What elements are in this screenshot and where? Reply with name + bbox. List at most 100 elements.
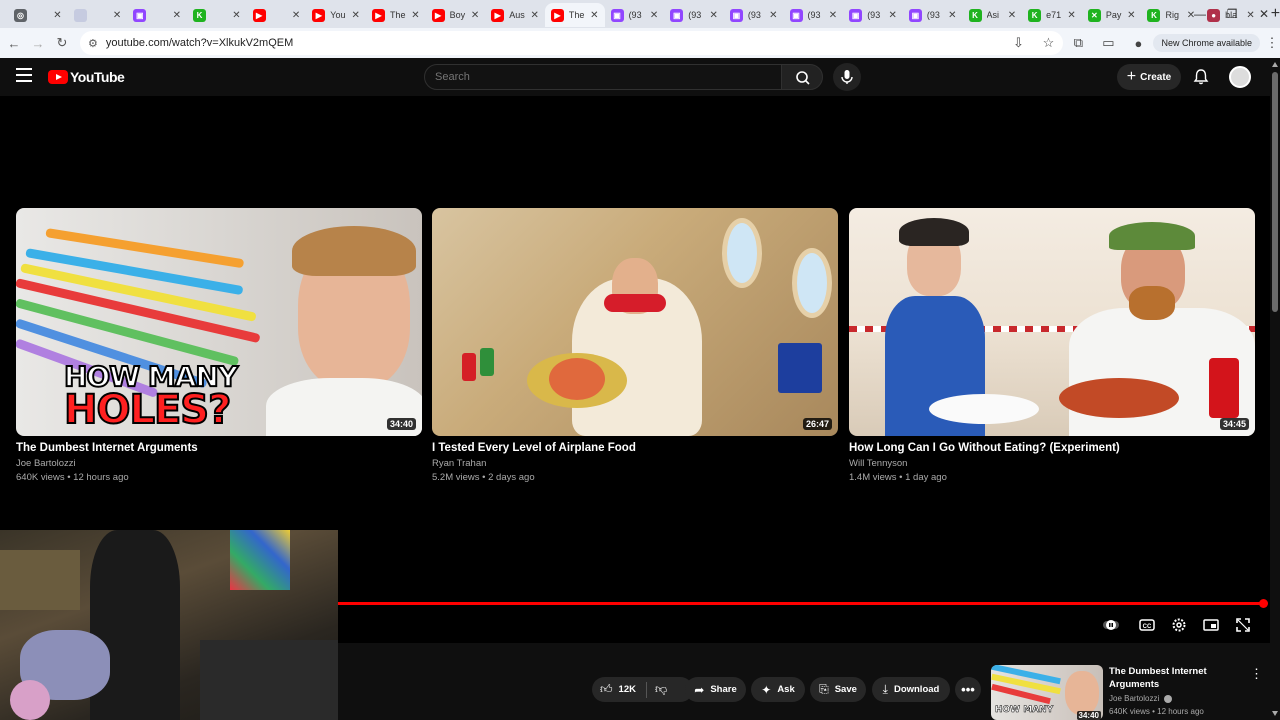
tab-close-icon[interactable]: ✕ <box>411 10 419 21</box>
tab-close-icon[interactable]: ✕ <box>888 10 896 21</box>
browser-tab[interactable]: ▣ (93 ✕ <box>724 3 784 27</box>
recommended-title[interactable]: The Dumbest Internet Arguments <box>1109 665 1239 691</box>
tab-close-icon[interactable]: ✕ <box>232 10 240 21</box>
tab-close-icon[interactable]: ✕ <box>173 10 181 21</box>
browser-tab[interactable]: ◎ ✕ <box>8 3 68 27</box>
tab-close-icon[interactable]: ✕ <box>352 10 360 21</box>
notifications-bell-icon[interactable] <box>1191 67 1211 87</box>
autoplay-toggle[interactable] <box>1102 616 1120 634</box>
close-window-icon[interactable]: ✕ <box>1248 0 1280 28</box>
chrome-update-badge[interactable]: New Chrome available <box>1153 34 1260 52</box>
browser-tab[interactable]: Ke71 ✕ <box>1022 3 1082 27</box>
browser-tab[interactable]: K Asi ✕ <box>963 3 1023 27</box>
restore-icon[interactable]: ❐ <box>1216 0 1248 28</box>
menu-icon[interactable] <box>16 68 32 82</box>
video-card[interactable]: HOW MANY HOLES? 34:40 The Dumbest Intern… <box>16 208 422 483</box>
reload-icon[interactable]: ↻ <box>50 35 74 51</box>
voice-search-button[interactable] <box>833 63 861 91</box>
scroll-down-arrow-icon[interactable] <box>1272 711 1278 716</box>
browser-tab[interactable]: ▣ (93 ✕ <box>784 3 844 27</box>
forward-icon[interactable]: → <box>26 36 50 51</box>
browser-tab[interactable]: K ✕ <box>187 3 247 27</box>
sidepanel-icon[interactable]: ▭ <box>1093 35 1123 51</box>
video-card[interactable]: 26:47 I Tested Every Level of Airplane F… <box>432 208 838 483</box>
tab-close-icon[interactable]: ✕ <box>1067 10 1075 21</box>
tab-favicon-icon: ▣ <box>610 8 624 22</box>
tab-close-icon[interactable]: ✕ <box>471 10 479 21</box>
tab-close-icon[interactable]: ✕ <box>53 10 61 21</box>
browser-tab[interactable]: ▶ ✕ <box>247 3 307 27</box>
search-input[interactable] <box>424 64 782 90</box>
tab-close-icon[interactable]: ✕ <box>1127 10 1135 21</box>
bookmark-star-icon[interactable]: ☆ <box>1033 35 1063 51</box>
video-title[interactable]: How Long Can I Go Without Eating? (Exper… <box>849 442 1255 454</box>
page-scrollbar[interactable] <box>1270 58 1280 720</box>
dislike-icon[interactable]: 👎︎ <box>655 682 667 697</box>
download-button[interactable]: ⤓ Download <box>872 677 950 702</box>
browser-tab[interactable]: ▶ Boy ✕ <box>426 3 486 27</box>
create-button[interactable]: + Create <box>1117 64 1181 90</box>
like-count[interactable]: 12K <box>619 684 636 695</box>
browser-tab[interactable]: ▣ (93 ✕ <box>843 3 903 27</box>
ask-button[interactable]: ✦ Ask <box>751 677 805 702</box>
tab-close-icon[interactable]: ✕ <box>292 10 300 21</box>
extensions-icon[interactable]: ⧉ <box>1063 35 1093 51</box>
tab-close-icon[interactable]: ✕ <box>829 10 837 21</box>
tab-close-icon[interactable]: ✕ <box>1008 10 1016 21</box>
tab-close-icon[interactable]: ✕ <box>113 10 121 21</box>
browser-tab[interactable]: ▣ (93 ✕ <box>903 3 963 27</box>
video-card[interactable]: 34:45 How Long Can I Go Without Eating? … <box>849 208 1255 483</box>
browser-tab[interactable]: ✕ Pay ✕ <box>1082 3 1142 27</box>
site-info-icon[interactable]: ⚙ <box>88 37 98 50</box>
save-button[interactable]: ⎘ Save <box>810 677 866 702</box>
more-actions-button[interactable]: ••• <box>955 677 981 702</box>
channel-name[interactable]: Will Tennyson <box>849 458 1255 469</box>
browser-tab[interactable]: ▶ Aus ✕ <box>485 3 545 27</box>
video-thumbnail[interactable]: 34:45 <box>849 208 1255 436</box>
tab-close-icon[interactable]: ✕ <box>948 10 956 21</box>
browser-tab[interactable]: ▣ ✕ <box>127 3 187 27</box>
video-title[interactable]: The Dumbest Internet Arguments <box>16 442 422 454</box>
back-icon[interactable]: ← <box>2 36 26 51</box>
tab-close-icon[interactable]: ✕ <box>590 10 598 21</box>
url-bar[interactable]: ⚙ youtube.com/watch?v=XlkukV2mQEM <box>80 31 1063 55</box>
tab-close-icon[interactable]: ✕ <box>769 10 777 21</box>
scroll-up-arrow-icon[interactable] <box>1272 62 1278 67</box>
browser-tab[interactable]: ✕ <box>68 3 128 27</box>
channel-name[interactable]: Joe Bartolozzi <box>16 458 422 469</box>
channel-name[interactable]: Ryan Trahan <box>432 458 838 469</box>
youtube-logo[interactable]: YouTube <box>48 69 125 85</box>
profile-icon[interactable]: ● <box>1123 36 1153 51</box>
recommended-more-icon[interactable]: ⋮ <box>1250 666 1263 682</box>
browser-tab[interactable]: ▶ You ✕ <box>306 3 366 27</box>
progress-scrubber[interactable] <box>1259 599 1268 608</box>
video-progress-bar[interactable] <box>338 602 1264 605</box>
chrome-menu-icon[interactable]: ⋮ <box>1264 35 1280 51</box>
share-button[interactable]: ➦ Share <box>685 677 746 702</box>
browser-tab[interactable]: ▶ The ✕ <box>544 3 605 27</box>
search-button[interactable] <box>781 64 823 90</box>
plus-icon: + <box>1126 68 1137 85</box>
tab-title: Aus <box>509 10 525 20</box>
like-icon[interactable]: 👍︎ <box>600 682 613 697</box>
account-avatar[interactable] <box>1229 66 1251 88</box>
video-thumbnail[interactable]: HOW MANY HOLES? 34:40 <box>16 208 422 436</box>
browser-tab[interactable]: ▣ (93 ✕ <box>664 3 724 27</box>
captions-icon[interactable]: CC <box>1138 616 1156 634</box>
tab-close-icon[interactable]: ✕ <box>531 10 539 21</box>
settings-gear-icon[interactable] <box>1170 616 1188 634</box>
tab-close-icon[interactable]: ✕ <box>709 10 717 21</box>
recommended-thumbnail[interactable]: HOW MANY 34:40 <box>991 665 1103 720</box>
video-title[interactable]: I Tested Every Level of Airplane Food <box>432 442 838 454</box>
browser-tab[interactable]: ▣ (93 ✕ <box>605 3 665 27</box>
fullscreen-icon[interactable] <box>1234 616 1252 634</box>
install-icon[interactable]: ⇩ <box>1003 35 1033 51</box>
minimize-icon[interactable]: — <box>1184 0 1216 28</box>
miniplayer-icon[interactable] <box>1202 616 1220 634</box>
scrollbar-thumb[interactable] <box>1272 72 1278 312</box>
sparkle-icon: ✦ <box>761 682 772 697</box>
tab-close-icon[interactable]: ✕ <box>650 10 658 21</box>
video-thumbnail[interactable]: 26:47 <box>432 208 838 436</box>
recommended-channel[interactable]: Joe Bartolozzi <box>1109 694 1173 703</box>
browser-tab[interactable]: ▶ The ✕ <box>366 3 426 27</box>
